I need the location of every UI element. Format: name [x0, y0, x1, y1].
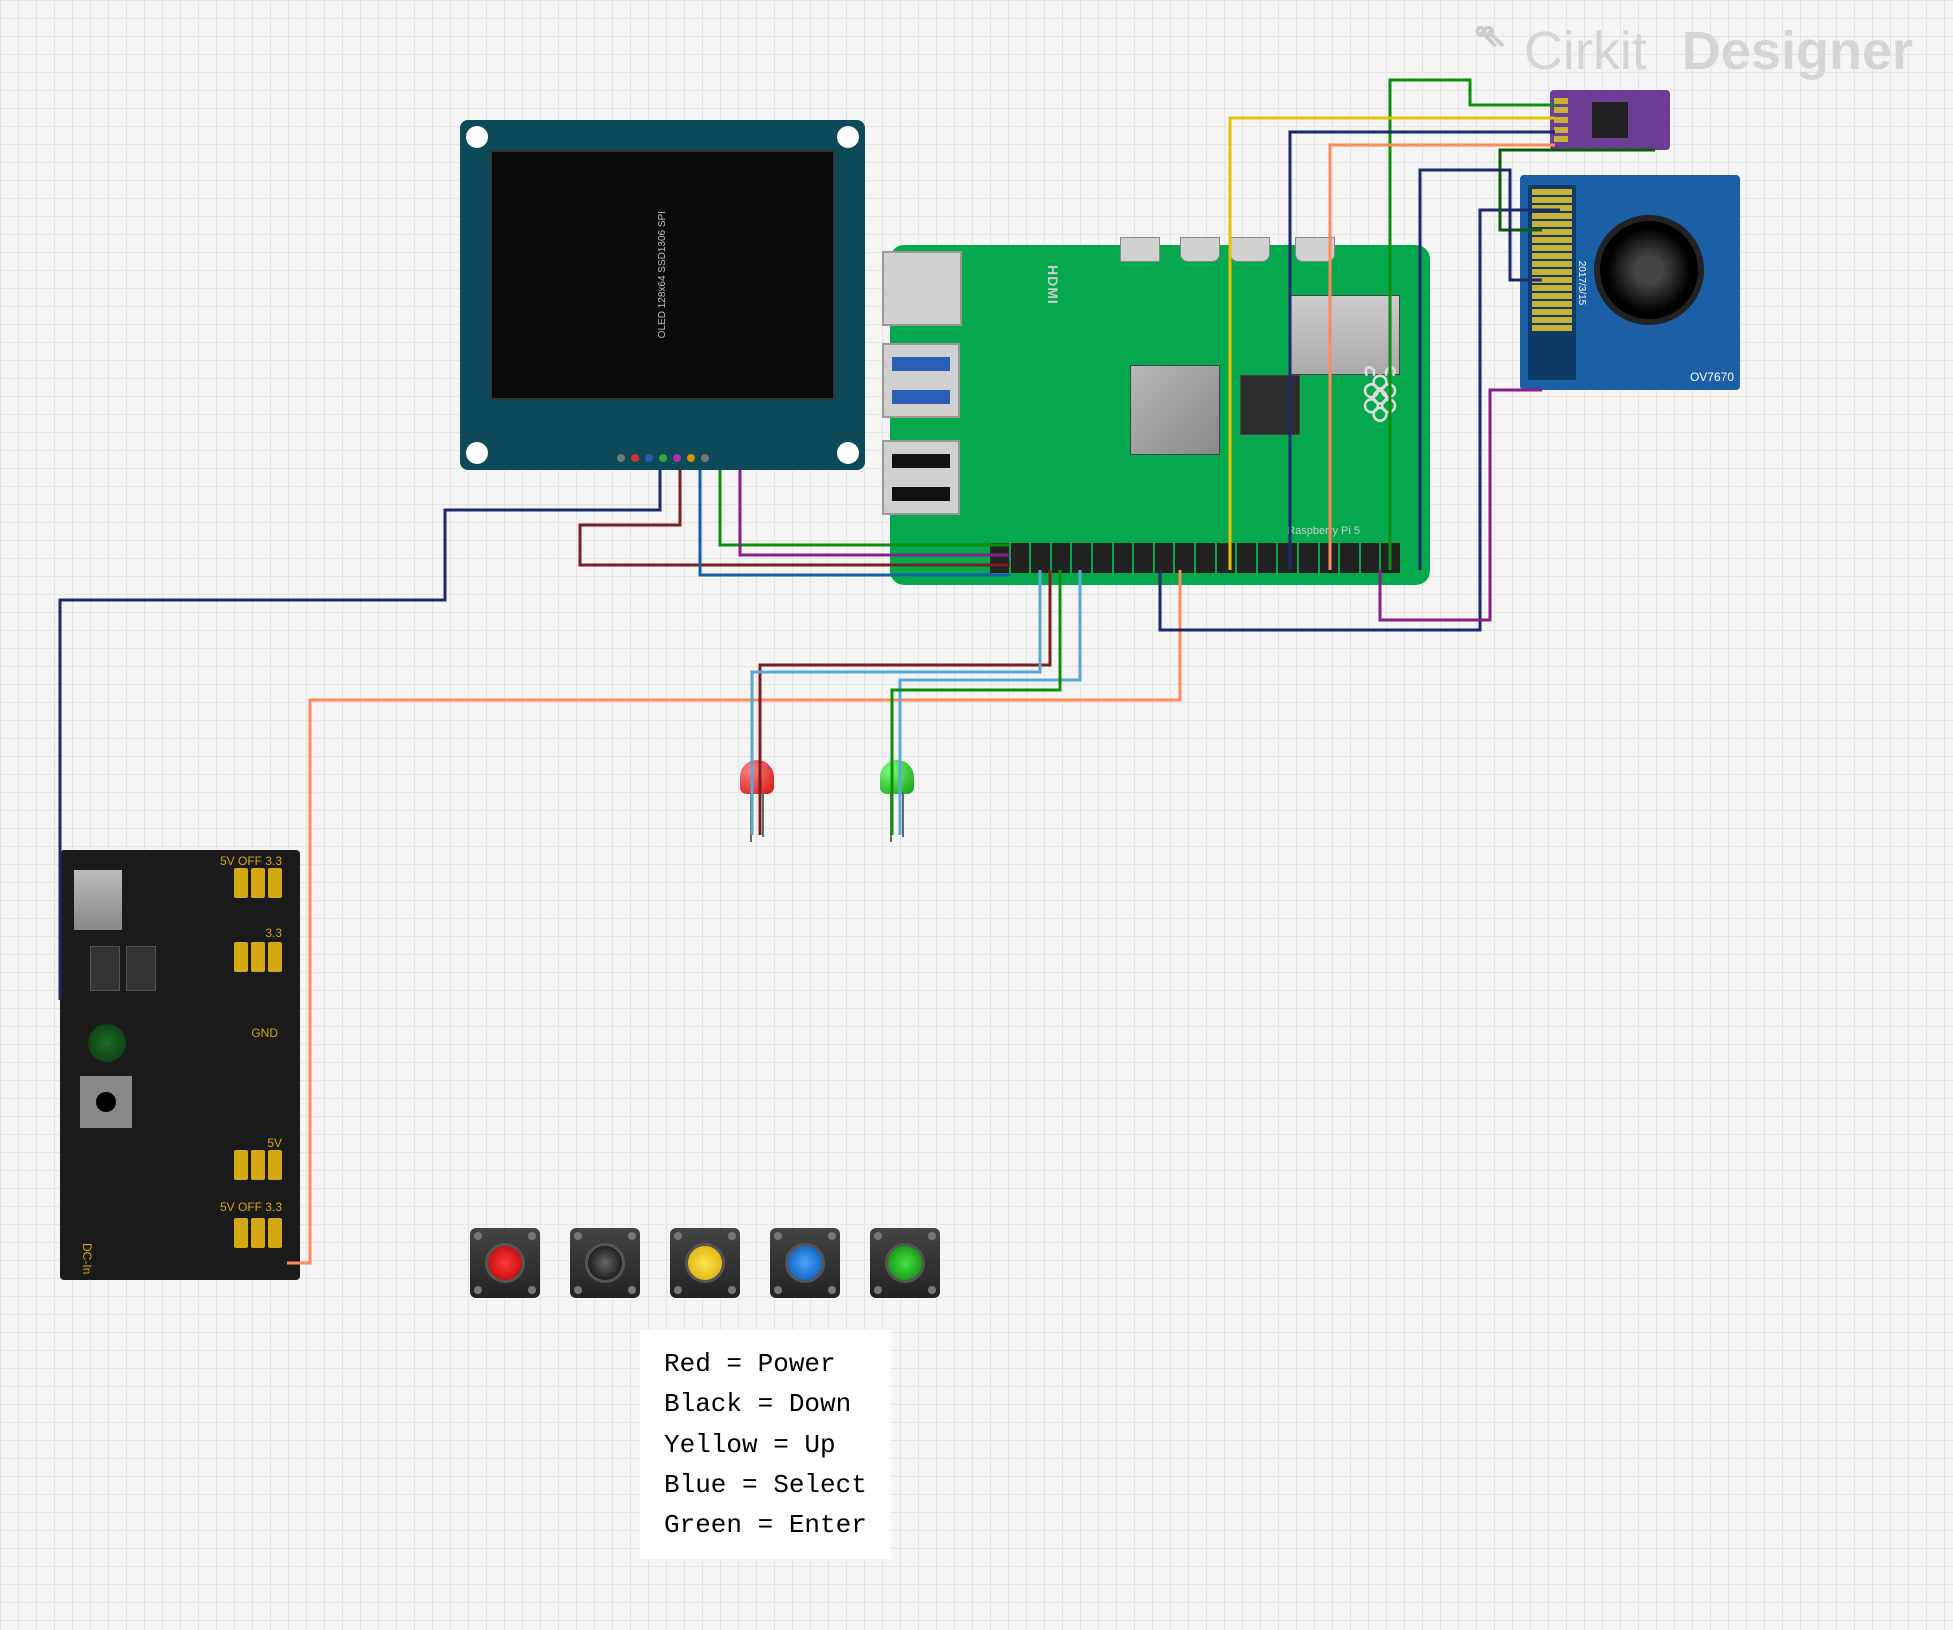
sensor-chip [1592, 102, 1628, 138]
power-pins [234, 1150, 282, 1180]
cpu-chip [1130, 365, 1220, 455]
power-pins [234, 1218, 282, 1248]
rail-label: 3.3 [265, 926, 282, 940]
pushbutton-yellow[interactable] [670, 1228, 740, 1298]
led-green[interactable] [880, 760, 914, 804]
oled-display[interactable]: OLED 128x64 SSD1306 SPI [460, 120, 865, 470]
usb-a-port [74, 870, 122, 930]
oled-label: OLED 128x64 SSD1306 SPI [656, 211, 670, 338]
legend-row: Black = Down [664, 1384, 867, 1424]
camera-module[interactable]: OV7670 2017/3/15 [1520, 175, 1740, 390]
usb-c-power [1295, 237, 1335, 262]
gpio-header [990, 543, 1400, 573]
mount-hole [837, 442, 859, 464]
voltage-switch[interactable] [90, 946, 120, 991]
breadboard-power-supply[interactable]: 5V OFF 3.3 3.3 5V OFF 3.3 5V GND DC-In [60, 850, 300, 1280]
hdmi-label: HDMI [1045, 265, 1061, 305]
gnd-label: GND [251, 1026, 278, 1040]
legend-row: Blue = Select [664, 1465, 867, 1505]
camera-pin-header [1528, 185, 1576, 380]
legend-row: Green = Enter [664, 1505, 867, 1545]
power-pins [234, 942, 282, 972]
sensor-pins [1554, 96, 1568, 144]
mount-hole [837, 126, 859, 148]
pushbutton-red[interactable] [470, 1228, 540, 1298]
usb2-ports [882, 440, 960, 515]
mount-hole [466, 126, 488, 148]
led-red[interactable] [740, 760, 774, 804]
watermark-logo: Cirkit Designer [1470, 20, 1913, 82]
led-cathode [762, 792, 764, 837]
micro-hdmi-port [1180, 237, 1220, 262]
rpi-model-label: Raspberry Pi 5 [1287, 525, 1360, 537]
voltage-switch[interactable] [126, 946, 156, 991]
oled-screen: OLED 128x64 SSD1306 SPI [490, 150, 835, 400]
legend-row: Red = Power [664, 1344, 867, 1384]
pushbutton-green[interactable] [870, 1228, 940, 1298]
rail-label: 5V OFF 3.3 [220, 854, 282, 868]
led-bulb [880, 760, 914, 794]
legend-row: Yellow = Up [664, 1425, 867, 1465]
button-legend: Red = PowerBlack = DownYellow = UpBlue =… [640, 1330, 891, 1559]
led-bulb [740, 760, 774, 794]
pushbutton-black[interactable] [570, 1228, 640, 1298]
led-anode [750, 792, 752, 842]
dc-barrel-jack [80, 1076, 132, 1128]
wifi-shield [1290, 295, 1400, 375]
power-button[interactable] [88, 1024, 126, 1062]
camera-date-label: 2017/3/15 [1576, 260, 1587, 305]
mount-hole [466, 442, 488, 464]
micro-hdmi-port [1230, 237, 1270, 262]
port [1120, 237, 1160, 262]
rpi-chips [1090, 335, 1400, 525]
camera-lens [1594, 215, 1704, 325]
camera-model-label: OV7670 [1690, 370, 1734, 384]
raspberry-pi[interactable]: HDMI Raspberry Pi 5 [890, 245, 1430, 585]
led-cathode [902, 792, 904, 837]
ram-chip [1240, 375, 1300, 435]
usb3-ports [882, 343, 960, 418]
raspberry-logo-icon [1350, 365, 1410, 425]
i2c-sensor-module[interactable] [1550, 90, 1670, 150]
watermark-product: Designer [1682, 20, 1913, 82]
power-pins [234, 868, 282, 898]
rail-label: 5V OFF 3.3 [220, 1200, 282, 1214]
logo-icon [1470, 24, 1514, 78]
ethernet-port [882, 251, 962, 326]
oled-pin-header [617, 454, 709, 462]
pushbutton-blue[interactable] [770, 1228, 840, 1298]
watermark-brand: Cirkit [1524, 20, 1647, 82]
dc-in-label: DC-In [80, 1243, 94, 1274]
led-anode [890, 792, 892, 842]
rail-label: 5V [267, 1136, 282, 1150]
